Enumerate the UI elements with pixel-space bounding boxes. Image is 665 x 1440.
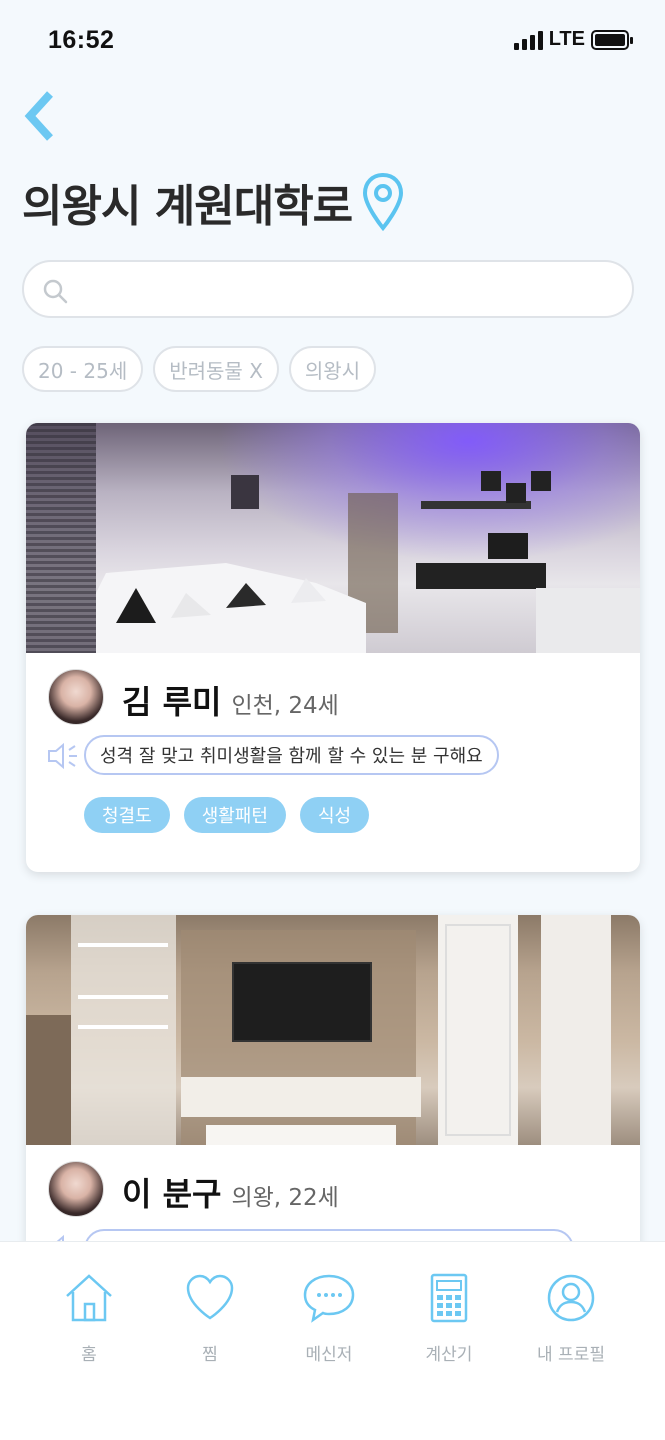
avatar[interactable]	[48, 669, 104, 725]
tag-list: 청결도 생활패턴 식성	[84, 797, 370, 833]
intro-message: 성격 잘 맞고 취미생활을 함께 할 수 있는 분 구해요	[84, 735, 499, 775]
page-title-row: 의왕시 계원대학로	[22, 170, 404, 234]
nav-home-label: 홈	[81, 1345, 97, 1365]
nav-profile-label: 내 프로필	[537, 1345, 605, 1365]
nav-calculator[interactable]: 계산기	[389, 1272, 509, 1365]
tag-lifestyle[interactable]: 생활패턴	[183, 797, 286, 833]
search-input[interactable]	[80, 268, 610, 312]
user-name: 이 분구	[122, 1175, 222, 1213]
status-indicators: LTE	[513, 28, 633, 51]
page-title: 의왕시 계원대학로	[22, 181, 353, 232]
status-time: 16:52	[48, 26, 115, 54]
nav-home[interactable]: 홈	[29, 1272, 149, 1365]
nav-messenger-label: 메신저	[305, 1345, 353, 1365]
room-photo	[26, 915, 640, 1145]
user-meta: 의왕, 22세	[231, 1185, 339, 1211]
signal-icon	[513, 30, 543, 50]
user-name: 김 루미	[122, 683, 222, 721]
profile-icon	[547, 1274, 595, 1322]
home-icon	[66, 1274, 112, 1322]
roommate-card[interactable]: 이 분구 의왕, 22세	[26, 915, 640, 1275]
filter-chip-pet[interactable]: 반려동물 X	[153, 346, 279, 392]
tag-diet[interactable]: 식성	[299, 797, 370, 833]
name-row: 이 분구 의왕, 22세	[122, 1169, 339, 1215]
battery-icon	[591, 29, 633, 50]
chevron-left-icon	[24, 91, 53, 141]
nav-profile[interactable]: 내 프로필	[511, 1272, 631, 1365]
room-photo	[26, 423, 640, 653]
speaker-icon	[48, 742, 77, 770]
room-illustration	[26, 423, 640, 653]
filter-chip-age[interactable]: 20 - 25세	[22, 346, 144, 392]
bottom-navigation: 홈 찜 메신저 계산기 내 프로필	[0, 1241, 665, 1440]
filter-chips: 20 - 25세 반려동물 X 의왕시	[22, 346, 377, 392]
network-label: LTE	[548, 28, 585, 50]
chat-bubble-icon	[303, 1274, 355, 1323]
status-bar: 16:52 LTE	[0, 0, 665, 84]
nav-calculator-label: 계산기	[425, 1345, 473, 1365]
nav-likes[interactable]: 찜	[150, 1272, 270, 1365]
search-icon	[43, 279, 68, 304]
location-pin-icon[interactable]	[362, 172, 404, 232]
nav-messenger[interactable]: 메신저	[269, 1272, 389, 1365]
heart-icon	[186, 1274, 234, 1320]
search-bar[interactable]	[22, 260, 634, 318]
avatar[interactable]	[48, 1161, 104, 1217]
calculator-icon	[430, 1273, 468, 1323]
user-meta: 인천, 24세	[231, 693, 339, 719]
back-button[interactable]	[20, 88, 60, 144]
name-row: 김 루미 인천, 24세	[122, 677, 339, 723]
room-illustration	[26, 915, 611, 1145]
roommate-card[interactable]: 김 루미 인천, 24세 성격 잘 맞고 취미생활을 함께 할 수 있는 분 구…	[26, 423, 640, 872]
tag-cleanliness[interactable]: 청결도	[84, 797, 170, 833]
nav-likes-label: 찜	[202, 1345, 218, 1365]
filter-chip-region[interactable]: 의왕시	[288, 346, 377, 392]
